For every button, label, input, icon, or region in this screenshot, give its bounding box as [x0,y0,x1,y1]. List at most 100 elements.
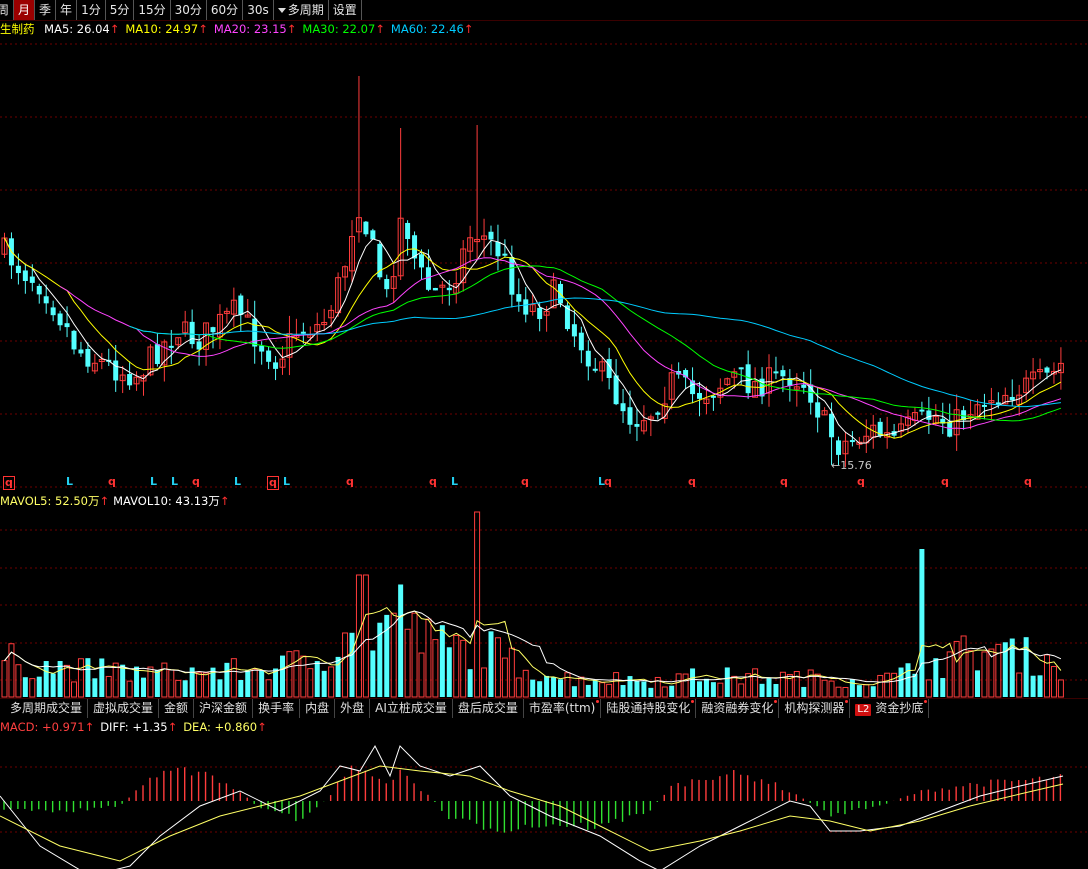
volume-bar [370,650,376,697]
ma30-line [129,265,1062,422]
volume-bar [64,664,71,698]
volume-bar [863,684,870,698]
volume-bar [1,660,8,698]
candle-body [22,270,28,282]
volume-bar [203,672,210,698]
volume-bar [627,676,633,697]
l2-badge: L2 [855,704,872,716]
volume-bar [940,677,946,697]
new-dot-icon [774,700,778,703]
indicator-tab-2[interactable]: 金额 [159,699,195,718]
volume-bar [425,618,432,698]
signal-q-marker: q [857,475,865,488]
indicator-tab-label: 虚拟成交量 [93,701,154,715]
volume-bar [384,614,390,697]
indicator-tab-4[interactable]: 换手率 [253,699,301,718]
volume-bar [558,679,563,697]
candle-body [919,409,925,412]
candle-body [238,295,244,315]
indicator-tab-7[interactable]: AI立桩成交量 [370,699,453,718]
volume-bar [481,667,488,698]
volume-bar [682,673,689,698]
candle-body [495,241,501,257]
candle-body [592,368,598,371]
indicator-tab-label: 盘后成交量 [457,701,518,715]
volume-bar [362,574,369,698]
macd-legend-value: DEA: +0.860 [183,720,258,734]
candle-body [127,374,133,386]
volume-bar [738,683,745,698]
volume-bar [912,673,918,697]
volume-bar [599,682,606,698]
volume-bar [432,639,439,698]
volume-bar [807,669,814,698]
volume-bar [759,683,765,697]
price-chart[interactable] [0,0,1088,492]
volume-bar [398,584,404,697]
candle-body [384,279,390,290]
signal-q-marker: q [1024,475,1032,488]
volume-bar [1057,679,1064,698]
volume-bar [99,658,105,697]
up-arrow-icon: ↑ [99,494,110,508]
candle-body [634,424,640,427]
candle-body [64,323,70,328]
indicator-tab-10[interactable]: 陆股通持股变化 [601,699,697,718]
volume-bar [703,678,709,697]
candle-body [488,231,494,240]
candle-body [745,364,751,394]
indicator-tab-13[interactable]: L2 资金抄底 [850,699,930,718]
signal-q-marker: q [3,476,15,490]
volume-bar [717,682,724,698]
signal-q-marker: q [604,475,612,488]
candle-body [523,299,529,315]
volume-bar [946,651,953,698]
indicator-tab-11[interactable]: 融资融券变化 [696,699,780,718]
volume-bar [960,635,967,698]
volume-bar [251,668,258,698]
candle-body [168,345,174,348]
volume-bar [690,668,696,697]
volume-bar [418,652,425,698]
signal-q-marker: q [346,475,354,488]
volume-bar [669,685,675,697]
volume-chart[interactable] [0,508,1088,698]
indicator-tab-12[interactable]: 机构探测器 [779,699,851,718]
volume-bar [175,679,182,698]
macd-legend: MACD: +0.971↑ DIFF: +1.35↑ DEA: +0.860↑ [0,719,273,735]
indicator-tab-8[interactable]: 盘后成交量 [453,699,524,718]
macd-chart[interactable] [0,736,1088,869]
indicator-tab-0[interactable]: 多周期成交量 [0,699,89,718]
volume-bar [634,680,640,697]
volume-bar [877,674,884,698]
up-arrow-icon: ↑ [167,720,178,734]
volume-bar [752,668,759,698]
indicator-tab-1[interactable]: 虚拟成交量 [88,699,160,718]
indicator-tab-5[interactable]: 内盘 [300,699,336,718]
volume-bar [919,549,925,697]
volume-bar [835,686,842,698]
signal-q-marker: q [267,476,279,490]
volume-bar [648,687,654,697]
candle-body [655,412,661,415]
volume-bar [891,672,898,698]
signal-l-marker: L [234,475,242,488]
candle-body [836,440,841,455]
indicator-tab-3[interactable]: 沪深金额 [194,699,254,718]
up-arrow-icon: ↑ [84,720,95,734]
indicator-tab-9[interactable]: 市盈率(ttm) [524,699,602,718]
volume-bar [126,680,133,698]
candle-body [78,349,84,354]
volume-bar [71,681,77,698]
signal-q-marker: q [941,475,949,488]
indicator-tab-6[interactable]: 外盘 [335,699,371,718]
volume-bar [15,664,22,698]
candle-body [537,307,543,320]
indicator-tab-label: 市盈率(ttm) [528,701,596,715]
vol-legend-item-0: MAVOL5: 52.50万↑ [0,494,109,508]
volume-bar [265,679,272,698]
indicator-tab-label: 资金抄底 [875,701,924,715]
volume-bar [592,680,598,697]
volume-bar [537,681,543,697]
candle-body [15,265,21,274]
